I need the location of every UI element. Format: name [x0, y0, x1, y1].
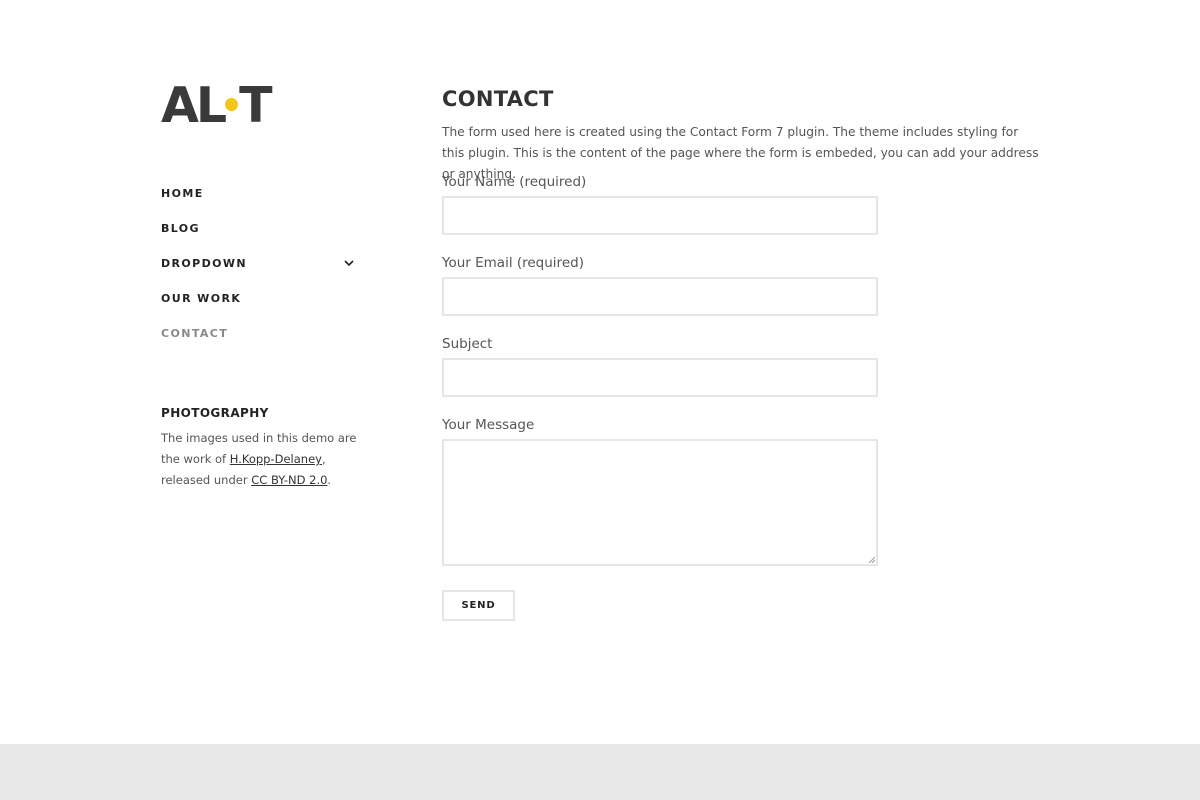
- nav-item-label: HOME: [161, 187, 204, 200]
- main-content: CONTACT The form used here is created us…: [442, 86, 1042, 185]
- message-textarea[interactable]: [442, 439, 878, 566]
- email-label: Your Email (required): [442, 255, 584, 271]
- page-title: CONTACT: [442, 87, 554, 111]
- license-link[interactable]: CC BY-ND 2.0: [251, 473, 327, 487]
- name-label: Your Name (required): [442, 174, 587, 190]
- nav-item-label: OUR WORK: [161, 292, 242, 305]
- send-button[interactable]: SEND: [442, 590, 515, 621]
- widget-title: PHOTOGRAPHY: [161, 406, 269, 420]
- nav-item-home[interactable]: HOME: [161, 176, 355, 211]
- site-footer: [0, 744, 1200, 800]
- photographer-link[interactable]: H.Kopp-Delaney: [230, 452, 322, 466]
- message-label: Your Message: [442, 417, 535, 433]
- subject-input[interactable]: [442, 358, 878, 397]
- logo-text-right: T: [239, 77, 272, 134]
- site-logo[interactable]: AL T: [161, 77, 273, 134]
- logo-dot-icon: [225, 97, 239, 111]
- chevron-down-icon[interactable]: [343, 258, 355, 270]
- nav-item-our-work[interactable]: OUR WORK: [161, 281, 355, 316]
- email-input[interactable]: [442, 277, 878, 316]
- nav-item-contact[interactable]: CONTACT: [161, 316, 355, 351]
- nav-item-dropdown[interactable]: DROPDOWN: [161, 246, 355, 281]
- main-nav: HOME BLOG DROPDOWN OUR WORK CONTACT: [161, 176, 355, 351]
- resize-handle-icon[interactable]: [869, 557, 875, 563]
- nav-item-label: BLOG: [161, 222, 200, 235]
- widget-text: The images used in this demo are the wor…: [161, 428, 361, 491]
- name-input[interactable]: [442, 196, 878, 235]
- nav-item-blog[interactable]: BLOG: [161, 211, 355, 246]
- nav-item-label: CONTACT: [161, 327, 229, 340]
- widget-text-part: .: [327, 473, 332, 487]
- photography-widget: PHOTOGRAPHY The images used in this demo…: [161, 406, 361, 491]
- nav-item-label: DROPDOWN: [161, 257, 248, 270]
- subject-label: Subject: [442, 336, 493, 352]
- logo-text-left: AL: [161, 77, 227, 134]
